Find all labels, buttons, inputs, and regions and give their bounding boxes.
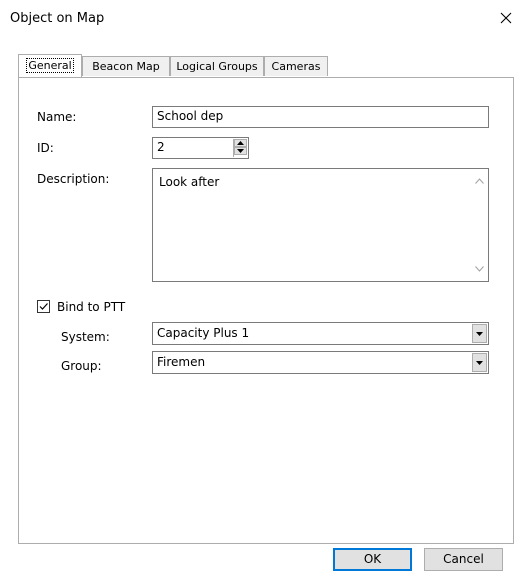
chevron-down-icon (476, 331, 483, 336)
chevron-down-icon (476, 360, 483, 365)
title-bar[interactable]: Object on Map (0, 0, 519, 36)
tab-logical-groups[interactable]: Logical Groups (170, 56, 264, 76)
system-value: Capacity Plus 1 (157, 326, 250, 340)
description-textarea[interactable]: Look after (152, 168, 489, 282)
name-field[interactable]: School dep (152, 106, 489, 128)
name-value: School dep (157, 109, 224, 123)
scroll-up-icon (475, 178, 484, 184)
scroll-down-icon (475, 266, 484, 272)
tab-cameras[interactable]: Cameras (264, 56, 328, 76)
dialog-window: Object on Map General Beacon Map Logical… (0, 0, 519, 576)
tab-label: Cameras (271, 60, 321, 73)
window-title: Object on Map (10, 11, 105, 26)
group-dropdown-button[interactable] (472, 353, 487, 372)
id-spinner[interactable]: 2 (152, 137, 249, 159)
arrow-up-icon (237, 141, 244, 145)
system-select[interactable]: Capacity Plus 1 (152, 322, 489, 345)
tab-label: General (26, 58, 74, 73)
bind-ptt-checkbox[interactable] (37, 300, 50, 313)
spin-down-button[interactable] (234, 147, 247, 155)
id-value: 2 (157, 140, 165, 154)
spin-up-button[interactable] (234, 139, 247, 147)
description-label: Description: (37, 172, 110, 186)
id-label: ID: (37, 141, 54, 155)
arrow-down-icon (237, 149, 244, 153)
spinner-buttons (233, 139, 247, 157)
checkmark-icon (39, 303, 48, 310)
bind-ptt-label: Bind to PTT (57, 300, 126, 314)
ok-button[interactable]: OK (333, 548, 412, 571)
description-value: Look after (159, 175, 220, 189)
system-dropdown-button[interactable] (472, 324, 487, 343)
description-scrollbar[interactable] (471, 169, 488, 281)
general-tab-panel: Name: School dep ID: 2 Description: Look… (18, 77, 514, 544)
close-icon (500, 12, 512, 24)
tab-label: Logical Groups (176, 60, 258, 73)
group-select[interactable]: Firemen (152, 351, 489, 374)
tab-general[interactable]: General (18, 54, 82, 77)
cancel-button[interactable]: Cancel (424, 548, 503, 571)
group-value: Firemen (157, 355, 206, 369)
close-button[interactable] (494, 6, 518, 30)
tab-beacon-map[interactable]: Beacon Map (82, 56, 170, 76)
tab-label: Beacon Map (92, 60, 160, 73)
system-label: System: (61, 330, 110, 344)
name-label: Name: (37, 110, 77, 124)
group-label: Group: (61, 359, 102, 373)
